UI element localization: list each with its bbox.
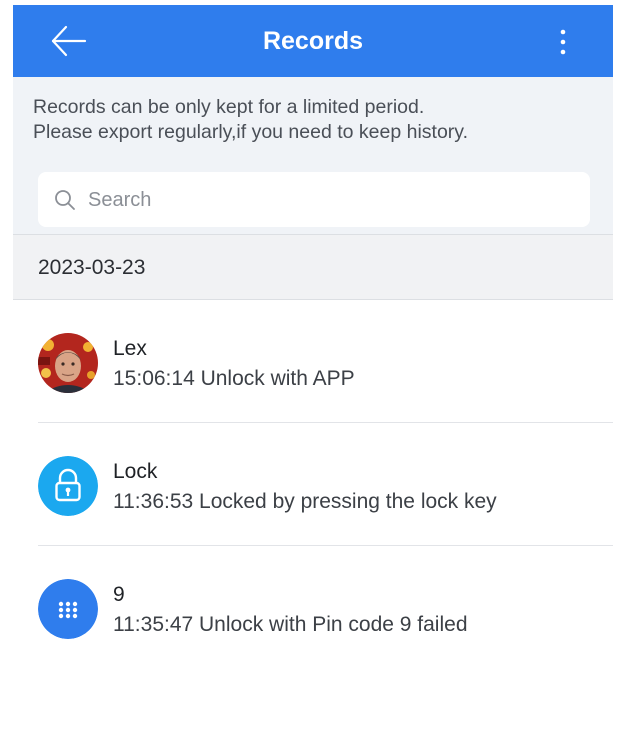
more-menu-button[interactable] xyxy=(553,27,573,57)
record-item[interactable]: 9 11:35:47 Unlock with Pin code 9 failed xyxy=(13,547,613,669)
divider xyxy=(38,422,613,423)
user-photo-avatar xyxy=(38,333,98,393)
notice-line-1: Records can be only kept for a limited p… xyxy=(33,96,425,118)
more-vertical-icon xyxy=(560,29,566,55)
record-name: Lex xyxy=(113,337,147,360)
search-icon xyxy=(55,190,75,210)
back-button[interactable] xyxy=(49,23,89,59)
arrow-left-icon xyxy=(51,25,87,57)
search-input[interactable] xyxy=(86,172,580,229)
date-group-header: 2023-03-23 xyxy=(13,234,613,300)
search-box[interactable] xyxy=(38,172,590,229)
record-detail: 15:06:14 Unlock with APP xyxy=(113,367,355,390)
padlock-icon xyxy=(38,456,98,516)
page-title: Records xyxy=(262,27,364,55)
keypad-icon xyxy=(38,579,98,639)
notice-line-2: Please export regularly,if you need to k… xyxy=(33,121,469,143)
app-header: Records xyxy=(13,5,613,77)
date-label: 2023-03-23 xyxy=(38,256,146,279)
record-item[interactable]: Lex 15:06:14 Unlock with APP xyxy=(13,301,613,423)
divider xyxy=(38,545,613,546)
record-detail: 11:35:47 Unlock with Pin code 9 failed xyxy=(113,613,468,636)
records-screen: Records Records can be only kept for a l… xyxy=(0,0,619,745)
record-item[interactable]: Lock 11:36:53 Locked by pressing the loc… xyxy=(13,424,613,546)
record-name: Lock xyxy=(113,460,158,483)
record-detail: 11:36:53 Locked by pressing the lock key xyxy=(113,490,497,513)
retention-notice: Records can be only kept for a limited p… xyxy=(13,77,613,234)
record-name: 9 xyxy=(113,583,125,606)
notice-text: Records can be only kept for a limited p… xyxy=(33,95,603,145)
